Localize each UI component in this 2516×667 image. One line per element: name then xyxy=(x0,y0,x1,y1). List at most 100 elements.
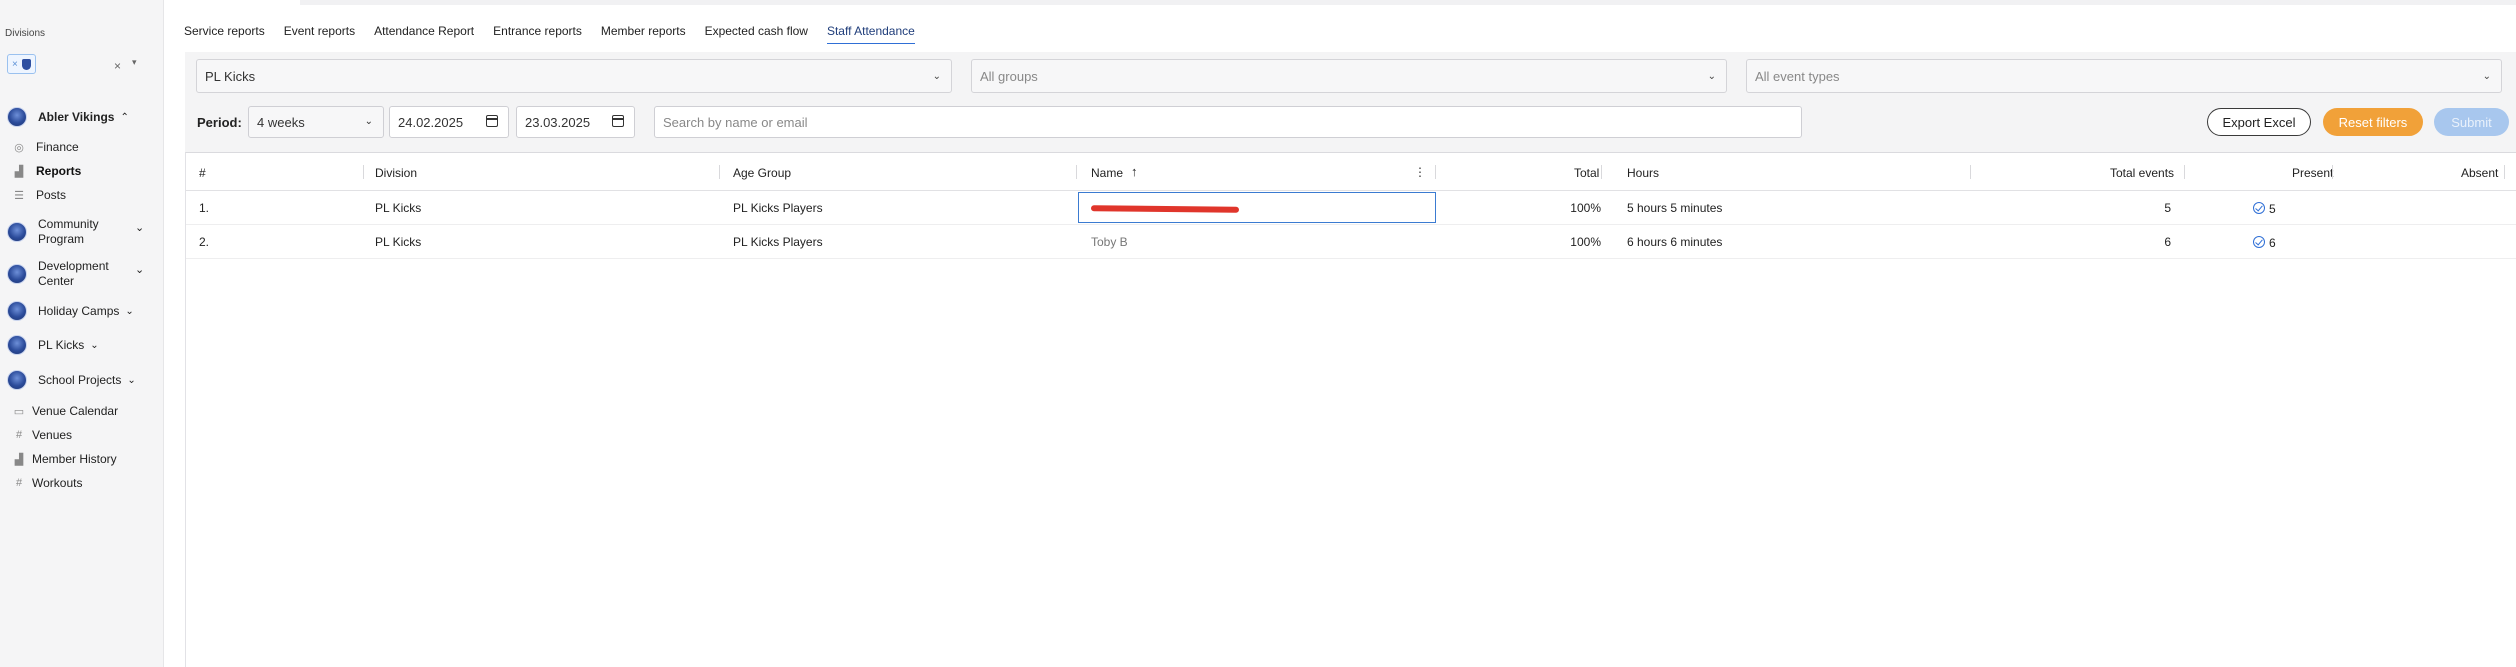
search-placeholder: Search by name or email xyxy=(663,114,808,130)
column-divider[interactable] xyxy=(363,165,364,179)
calendar-icon: ▭ xyxy=(13,405,25,418)
division-select[interactable]: PL Kicks ⌄ xyxy=(196,59,952,93)
column-divider[interactable] xyxy=(1435,165,1436,179)
table-row[interactable]: 2. PL Kicks PL Kicks Players Toby B 100%… xyxy=(186,225,2516,259)
row-age-group: PL Kicks Players xyxy=(733,235,823,249)
row-present: 5 xyxy=(2253,201,2276,216)
event-types-select[interactable]: All event types ⌄ xyxy=(1746,59,2502,93)
coin-icon: ◎ xyxy=(14,141,24,154)
sidebar-org-pl-kicks[interactable]: PL Kicks ⌄ xyxy=(7,335,99,355)
column-header-number: # xyxy=(199,166,206,180)
sidebar-org-development-center[interactable]: Development Center ⌄ xyxy=(7,259,157,289)
calendar-icon[interactable] xyxy=(486,115,498,127)
org-logo-icon xyxy=(7,370,27,390)
report-tabs: Service reports Event reports Attendance… xyxy=(184,24,934,44)
sidebar-org-school-projects[interactable]: School Projects ⌄ xyxy=(7,370,136,390)
submit-button[interactable]: Submit xyxy=(2434,108,2509,136)
date-from-input[interactable]: 24.02.2025 xyxy=(389,106,509,138)
column-header-total-events[interactable]: Total events xyxy=(2110,166,2174,180)
column-divider[interactable] xyxy=(719,165,720,179)
top-strip xyxy=(300,0,2516,5)
tab-expected-cash-flow[interactable]: Expected cash flow xyxy=(705,24,808,44)
column-divider[interactable] xyxy=(2332,165,2333,179)
chevron-down-icon[interactable]: ⌄ xyxy=(90,340,98,351)
period-label: Period: xyxy=(197,115,242,130)
date-from-value: 24.02.2025 xyxy=(398,114,464,130)
row-number: 1. xyxy=(199,201,210,215)
column-header-name[interactable]: Name xyxy=(1091,166,1123,180)
column-header-present[interactable]: Present xyxy=(2292,166,2333,180)
sidebar-org-label: Development Center xyxy=(38,259,109,288)
groups-select[interactable]: All groups ⌄ xyxy=(971,59,1727,93)
sidebar-org-community-program[interactable]: Community Program ⌄ xyxy=(7,217,157,247)
sidebar-item-posts[interactable]: ☰ Posts xyxy=(13,188,66,202)
chevron-down-icon: ⌄ xyxy=(932,71,941,82)
column-menu-icon[interactable]: ⋮ xyxy=(1414,165,1426,179)
sidebar-org-label: Abler Vikings xyxy=(38,109,115,124)
chevron-down-icon[interactable]: ▾ xyxy=(132,57,137,68)
sidebar: Divisions × × ▾ Abler Vikings ⌃ ◎ Financ… xyxy=(0,0,164,667)
chevron-down-icon[interactable]: ⌄ xyxy=(127,375,135,386)
sidebar-org-label: Community Program xyxy=(38,217,99,246)
org-logo-icon xyxy=(7,222,27,242)
table-header: # Division Age Group Name ↑ ⋮ Total Hour… xyxy=(186,153,2516,191)
date-to-input[interactable]: 23.03.2025 xyxy=(516,106,635,138)
sidebar-org-label: School Projects xyxy=(38,372,122,387)
hash-icon: # xyxy=(15,477,23,489)
divisions-clear-icon[interactable]: × xyxy=(114,59,121,73)
sidebar-org-abler-vikings[interactable]: Abler Vikings ⌃ xyxy=(7,107,129,127)
sidebar-item-venue-calendar[interactable]: ▭ Venue Calendar xyxy=(13,404,118,418)
column-divider[interactable] xyxy=(2184,165,2185,179)
table-row[interactable]: 1. PL Kicks PL Kicks Players 100% 5 hour… xyxy=(186,191,2516,225)
sidebar-item-venues[interactable]: # Venues xyxy=(13,428,72,442)
calendar-icon[interactable] xyxy=(612,115,624,127)
sidebar-item-member-history[interactable]: ▟ Member History xyxy=(13,452,117,466)
sidebar-org-label: PL Kicks xyxy=(38,337,85,352)
chevron-down-icon[interactable]: ⌄ xyxy=(135,263,144,276)
chevron-down-icon: ⌄ xyxy=(364,116,373,127)
column-header-absent[interactable]: Absent xyxy=(2461,166,2498,180)
reset-filters-button[interactable]: Reset filters xyxy=(2323,108,2423,136)
tab-event-reports[interactable]: Event reports xyxy=(284,24,355,44)
sidebar-item-label: Member History xyxy=(32,452,117,466)
posts-icon: ☰ xyxy=(14,189,24,202)
sidebar-org-holiday-camps[interactable]: Holiday Camps ⌄ xyxy=(7,301,134,321)
sort-ascending-icon[interactable]: ↑ xyxy=(1131,164,1138,179)
chevron-up-icon[interactable]: ⌃ xyxy=(120,112,128,123)
divisions-select[interactable]: × × ▾ xyxy=(5,54,139,76)
row-division: PL Kicks xyxy=(375,235,422,249)
column-divider[interactable] xyxy=(1601,165,1602,179)
chevron-down-icon[interactable]: ⌄ xyxy=(125,306,133,317)
sidebar-item-workouts[interactable]: # Workouts xyxy=(13,476,83,490)
chevron-down-icon[interactable]: ⌄ xyxy=(135,221,144,234)
row-total-events: 5 xyxy=(2164,201,2171,215)
row-present-value: 6 xyxy=(2269,236,2276,250)
row-number: 2. xyxy=(199,235,210,249)
row-age-group: PL Kicks Players xyxy=(733,201,823,215)
period-select[interactable]: 4 weeks ⌄ xyxy=(248,106,384,138)
column-divider[interactable] xyxy=(1970,165,1971,179)
tab-attendance-report[interactable]: Attendance Report xyxy=(374,24,474,44)
row-hours: 6 hours 6 minutes xyxy=(1627,235,1723,249)
column-divider[interactable] xyxy=(1076,165,1077,179)
tab-entrance-reports[interactable]: Entrance reports xyxy=(493,24,582,44)
division-chip[interactable]: × xyxy=(7,54,36,74)
staff-attendance-table: # Division Age Group Name ↑ ⋮ Total Hour… xyxy=(185,152,2516,667)
row-name[interactable]: Toby B xyxy=(1091,235,1128,249)
export-excel-button[interactable]: Export Excel xyxy=(2207,108,2311,136)
event-types-placeholder: All event types xyxy=(1755,68,1840,84)
search-input[interactable]: Search by name or email xyxy=(654,106,1802,138)
tab-member-reports[interactable]: Member reports xyxy=(601,24,686,44)
sidebar-item-finance[interactable]: ◎ Finance xyxy=(13,140,79,154)
column-header-division[interactable]: Division xyxy=(375,166,417,180)
hash-icon: # xyxy=(15,429,23,441)
column-header-age-group[interactable]: Age Group xyxy=(733,166,791,180)
tab-staff-attendance[interactable]: Staff Attendance xyxy=(826,24,915,44)
column-divider[interactable] xyxy=(2504,165,2505,179)
column-header-hours[interactable]: Hours xyxy=(1627,166,1659,180)
sidebar-item-reports[interactable]: ▟ Reports xyxy=(13,164,82,178)
tab-service-reports[interactable]: Service reports xyxy=(184,24,265,44)
division-select-value: PL Kicks xyxy=(205,68,256,84)
column-header-total[interactable]: Total xyxy=(1574,166,1599,180)
chip-remove-icon[interactable]: × xyxy=(12,59,18,70)
